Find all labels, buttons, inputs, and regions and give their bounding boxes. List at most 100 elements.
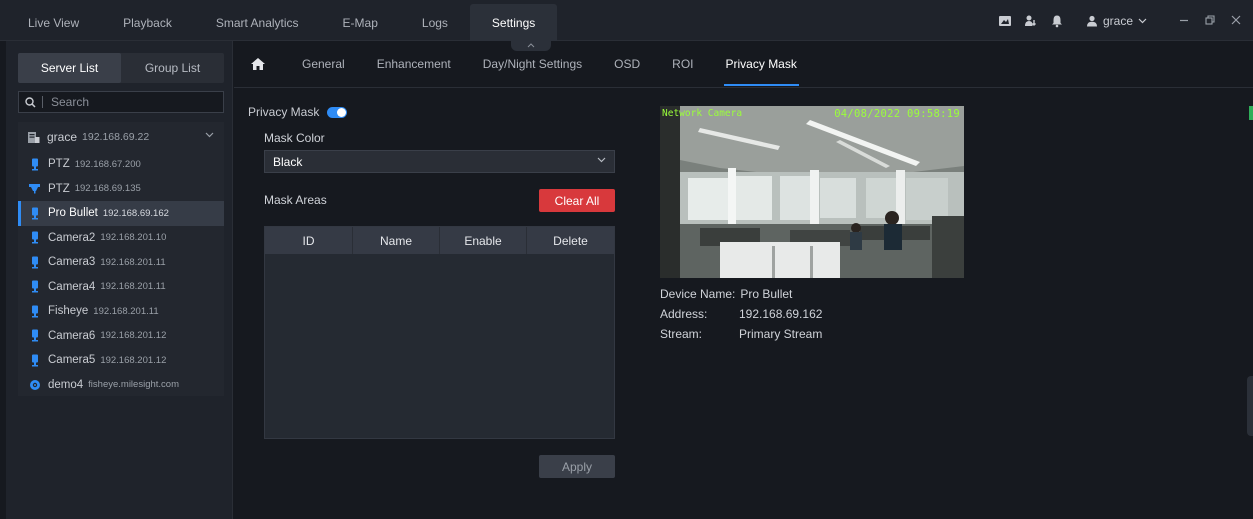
settings-sub-nav: General Enhancement Day/Night Settings O… bbox=[234, 41, 1253, 88]
device-ip: fisheye.milesight.com bbox=[88, 379, 179, 391]
mask-areas-label: Mask Areas bbox=[264, 193, 327, 207]
info-address: Address: 192.168.69.162 bbox=[660, 307, 822, 321]
user-name: grace bbox=[1102, 13, 1133, 28]
tab-day-night-settings[interactable]: Day/Night Settings bbox=[467, 41, 598, 88]
info-stream: Stream: Primary Stream bbox=[660, 327, 822, 341]
settings-main: General Enhancement Day/Night Settings O… bbox=[234, 41, 1253, 519]
column-header-id: ID bbox=[265, 227, 353, 254]
device-ip: 192.168.69.135 bbox=[74, 183, 141, 195]
download-icon[interactable] bbox=[1024, 14, 1038, 28]
server-icon bbox=[28, 131, 40, 143]
address-value: 192.168.69.162 bbox=[739, 307, 823, 321]
device-list: PTZ 192.168.67.200 PTZ 192.168.69.135 Pro Bu… bbox=[18, 152, 224, 397]
privacy-mask-row: Privacy Mask bbox=[248, 105, 348, 119]
device-ip: 192.168.201.12 bbox=[100, 354, 167, 366]
bullet-camera-icon bbox=[28, 354, 41, 367]
chevron-down-icon bbox=[597, 155, 606, 166]
mask-color-label: Mask Color bbox=[264, 131, 325, 145]
device-ip: 192.168.67.200 bbox=[74, 158, 141, 170]
column-header-enable: Enable bbox=[440, 227, 527, 254]
chevron-down-icon[interactable] bbox=[205, 130, 214, 141]
mask-color-value: Black bbox=[273, 154, 303, 169]
bullet-camera-icon bbox=[28, 305, 41, 318]
tab-smart-analytics[interactable]: Smart Analytics bbox=[194, 4, 321, 41]
tab-playback[interactable]: Playback bbox=[101, 4, 194, 41]
device-name: Camera5 bbox=[48, 354, 96, 367]
osd-camera-name: Network Camera bbox=[662, 108, 743, 119]
bullet-camera-icon bbox=[28, 158, 41, 171]
device-item[interactable]: Pro Bullet 192.168.69.162 bbox=[18, 201, 224, 226]
close-icon[interactable] bbox=[1229, 14, 1243, 28]
device-ip: 192.168.201.11 bbox=[100, 281, 166, 293]
apply-button[interactable]: Apply bbox=[539, 455, 615, 478]
device-name: Camera3 bbox=[48, 256, 96, 269]
tab-enhancement[interactable]: Enhancement bbox=[361, 41, 467, 88]
device-item[interactable]: Camera6 192.168.201.12 bbox=[18, 324, 224, 349]
restore-icon[interactable] bbox=[1203, 14, 1217, 28]
device-item[interactable]: Camera5 192.168.201.12 bbox=[18, 348, 224, 373]
column-header-name: Name bbox=[353, 227, 440, 254]
device-ip: 192.168.201.11 bbox=[100, 256, 166, 268]
top-right-tools: grace bbox=[998, 0, 1243, 41]
device-name: Camera6 bbox=[48, 329, 96, 342]
tab-general[interactable]: General bbox=[286, 41, 361, 88]
mask-color-select[interactable]: Black bbox=[264, 150, 615, 173]
ptz-camera-icon bbox=[28, 183, 41, 194]
privacy-mask-label: Privacy Mask bbox=[248, 105, 320, 119]
tab-settings[interactable]: Settings bbox=[469, 4, 558, 41]
bell-icon[interactable] bbox=[1050, 14, 1064, 28]
tab-server-list[interactable]: Server List bbox=[18, 53, 121, 83]
device-name: PTZ bbox=[48, 182, 70, 195]
user-icon bbox=[1086, 15, 1097, 26]
table-header: ID Name Enable Delete bbox=[265, 227, 614, 254]
tab-group-list[interactable]: Group List bbox=[121, 53, 224, 83]
device-item[interactable]: Fisheye 192.168.201.11 bbox=[18, 299, 224, 324]
tab-osd[interactable]: OSD bbox=[598, 41, 656, 88]
device-ip: 192.168.201.10 bbox=[100, 232, 167, 244]
device-item[interactable]: Camera4 192.168.201.11 bbox=[18, 275, 224, 300]
tab-privacy-mask[interactable]: Privacy Mask bbox=[710, 41, 813, 88]
sidebar: Server List Group List grace 192.168.69.… bbox=[6, 41, 233, 519]
device-ip: 192.168.201.11 bbox=[93, 305, 159, 317]
device-name: PTZ bbox=[48, 158, 70, 171]
device-item[interactable]: Camera3 192.168.201.11 bbox=[18, 250, 224, 275]
clear-all-button[interactable]: Clear All bbox=[539, 189, 615, 212]
user-menu[interactable]: grace bbox=[1086, 14, 1147, 28]
chevron-down-icon bbox=[1138, 18, 1147, 23]
scrollbar-indicator[interactable] bbox=[1249, 106, 1253, 120]
tab-roi[interactable]: ROI bbox=[656, 41, 709, 88]
tab-live-view[interactable]: Live View bbox=[6, 4, 101, 41]
tab-logs[interactable]: Logs bbox=[400, 4, 470, 41]
device-name: Fisheye bbox=[48, 305, 89, 318]
device-tree: grace 192.168.69.22 PTZ 192.168.67.200 PTZ… bbox=[18, 122, 224, 396]
device-name: Pro Bullet bbox=[48, 207, 98, 220]
device-name-label: Device Name: bbox=[660, 287, 736, 301]
device-item[interactable]: PTZ 192.168.69.135 bbox=[18, 177, 224, 202]
device-ip: 192.168.201.12 bbox=[100, 330, 167, 342]
camera-preview: Network Camera 04/08/2022 09:58:19 bbox=[660, 106, 964, 278]
right-collapse-handle[interactable] bbox=[1247, 376, 1253, 436]
info-device-name: Device Name: Pro Bullet bbox=[660, 287, 792, 301]
device-item[interactable]: demo4 fisheye.milesight.com bbox=[18, 373, 224, 398]
bullet-camera-icon bbox=[28, 329, 41, 342]
device-item[interactable]: PTZ 192.168.67.200 bbox=[18, 152, 224, 177]
minimize-icon[interactable] bbox=[1177, 14, 1191, 28]
search-icon bbox=[25, 96, 36, 108]
search-input[interactable] bbox=[51, 95, 221, 109]
home-icon[interactable] bbox=[250, 57, 266, 71]
office-scene bbox=[660, 106, 964, 278]
privacy-mask-toggle[interactable] bbox=[327, 106, 348, 118]
top-nav: Live View Playback Smart Analytics E-Map… bbox=[6, 4, 558, 41]
sidebar-tabs: Server List Group List bbox=[18, 53, 224, 83]
bullet-camera-icon bbox=[28, 280, 41, 293]
device-item[interactable]: Camera2 192.168.201.10 bbox=[18, 226, 224, 251]
osd-timestamp: 04/08/2022 09:58:19 bbox=[834, 108, 960, 120]
bullet-camera-icon bbox=[28, 207, 41, 220]
stream-value: Primary Stream bbox=[739, 327, 823, 341]
server-name: grace bbox=[47, 130, 78, 144]
column-header-delete: Delete bbox=[553, 233, 588, 248]
tab-e-map[interactable]: E-Map bbox=[321, 4, 400, 41]
screenshot-icon[interactable] bbox=[998, 14, 1012, 28]
server-node[interactable]: grace 192.168.69.22 bbox=[18, 122, 224, 152]
fisheye-camera-icon bbox=[28, 379, 41, 391]
